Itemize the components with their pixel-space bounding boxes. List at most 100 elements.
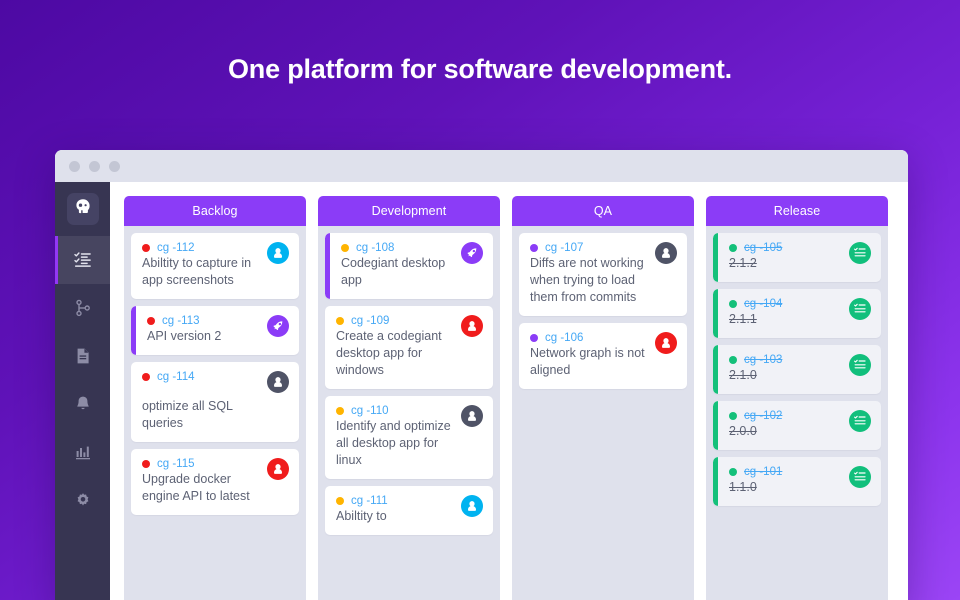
priority-dot-icon <box>336 317 344 325</box>
user-avatar-icon[interactable] <box>655 332 677 354</box>
issue-card[interactable]: cg -106 Network graph is not aligned <box>519 323 687 389</box>
column-header[interactable]: Development <box>318 196 500 226</box>
issue-card[interactable]: cg -101 1.1.0 <box>713 457 881 506</box>
card-key-row: cg -115 <box>142 458 261 470</box>
card-key[interactable]: cg -104 <box>744 298 782 310</box>
issue-card[interactable]: cg -105 2.1.2 <box>713 233 881 282</box>
rocket-avatar-icon[interactable] <box>267 315 289 337</box>
issue-card[interactable]: cg -113 API version 2 <box>131 306 299 355</box>
card-key[interactable]: cg -113 <box>162 315 200 327</box>
card-title: Create a codegiant desktop app for windo… <box>336 329 442 377</box>
card-key[interactable]: cg -105 <box>744 242 782 254</box>
window-close-dot[interactable] <box>69 160 80 172</box>
sidebar-item-repositories[interactable] <box>55 284 110 332</box>
card-key[interactable]: cg -110 <box>351 405 389 417</box>
card-content: cg -109 Create a codegiant desktop app fo… <box>336 315 455 379</box>
release-list-icon[interactable] <box>849 242 871 264</box>
card-key[interactable]: cg -112 <box>157 242 195 254</box>
card-key-row: cg -113 <box>147 315 261 327</box>
column-header[interactable]: QA <box>512 196 694 226</box>
release-list-icon[interactable] <box>849 466 871 488</box>
release-list-icon[interactable] <box>849 410 871 432</box>
card-key[interactable]: cg -102 <box>744 410 782 422</box>
card-title: Identify and optimize all desktop app fo… <box>336 419 451 467</box>
card-content: cg -104 2.1.1 <box>729 298 843 328</box>
card-key-row: cg -102 <box>729 410 843 422</box>
card-content: cg -103 2.1.0 <box>729 354 843 384</box>
card-key-row: cg -104 <box>729 298 843 310</box>
issue-card[interactable]: cg -104 2.1.1 <box>713 289 881 338</box>
card-key[interactable]: cg -114 <box>157 371 195 383</box>
card-content: cg -102 2.0.0 <box>729 410 843 440</box>
issue-card[interactable]: cg -110 Identify and optimize all desktop… <box>325 396 493 479</box>
card-key-row: cg -103 <box>729 354 843 366</box>
sidebar-item-reports[interactable] <box>55 428 110 476</box>
column-header[interactable]: Release <box>706 196 888 226</box>
card-key[interactable]: cg -101 <box>744 466 782 478</box>
column-header[interactable]: Backlog <box>124 196 306 226</box>
card-key[interactable]: cg -103 <box>744 354 782 366</box>
card-key-row: cg -106 <box>530 332 649 344</box>
issue-card[interactable]: cg -103 2.1.0 <box>713 345 881 394</box>
user-avatar-icon[interactable] <box>461 405 483 427</box>
issue-card[interactable]: cg -108 Codegiant desktop app <box>325 233 493 299</box>
card-content: cg -115 Upgrade docker engine API to late… <box>142 458 261 505</box>
card-key[interactable]: cg -115 <box>157 458 195 470</box>
user-avatar-icon[interactable] <box>267 371 289 393</box>
card-title: Diffs are not working when trying to loa… <box>530 256 644 304</box>
user-avatar-icon[interactable] <box>461 315 483 337</box>
card-key-row: cg -114 <box>142 371 261 383</box>
sidebar-item-issues[interactable] <box>55 236 110 284</box>
card-key-row: cg -108 <box>341 242 455 254</box>
user-avatar-icon[interactable] <box>267 458 289 480</box>
user-avatar-icon[interactable] <box>461 495 483 517</box>
sidebar-item-documents[interactable] <box>55 332 110 380</box>
card-key-row: cg -109 <box>336 315 455 327</box>
issue-card[interactable]: cg -114 optimize all SQL queries <box>131 362 299 442</box>
checklist-icon <box>73 251 92 269</box>
card-key[interactable]: cg -107 <box>545 242 583 254</box>
card-content: cg -107 Diffs are not working when trying… <box>530 242 649 306</box>
card-key-row: cg -101 <box>729 466 843 478</box>
card-key[interactable]: cg -109 <box>351 315 389 327</box>
sidebar-item-settings[interactable] <box>55 476 110 524</box>
card-content: cg -101 1.1.0 <box>729 466 843 496</box>
column-card-list: cg -105 2.1.2 cg -104 2.1.1 cg -103 2.1.0 cg -… <box>706 226 888 600</box>
page-title: One platform for software development. <box>228 54 732 84</box>
column-card-list: cg -108 Codegiant desktop app cg -109 Creat… <box>318 226 500 600</box>
sidebar-item-notifications[interactable] <box>55 380 110 428</box>
user-avatar-icon[interactable] <box>267 242 289 264</box>
codegiant-logo[interactable] <box>66 193 99 225</box>
card-key-row: cg -112 <box>142 242 261 254</box>
bar-chart-icon <box>74 443 92 461</box>
issue-card[interactable]: cg -107 Diffs are not working when trying… <box>519 233 687 316</box>
window-maximize-dot[interactable] <box>109 160 120 172</box>
document-icon <box>74 347 92 365</box>
priority-dot-icon <box>142 460 150 468</box>
priority-dot-icon <box>729 356 737 364</box>
card-content: cg -112 Abiltity to capture in app screen… <box>142 242 261 289</box>
issue-card[interactable]: cg -102 2.0.0 <box>713 401 881 450</box>
priority-dot-icon <box>336 407 344 415</box>
release-list-icon[interactable] <box>849 354 871 376</box>
card-title: optimize all SQL queries <box>142 399 233 430</box>
issue-card[interactable]: cg -109 Create a codegiant desktop app fo… <box>325 306 493 389</box>
gear-icon <box>74 491 92 509</box>
window-minimize-dot[interactable] <box>89 160 100 172</box>
card-key[interactable]: cg -108 <box>356 242 394 254</box>
issue-card[interactable]: cg -111 Abiltity to <box>325 486 493 535</box>
rocket-avatar-icon[interactable] <box>461 242 483 264</box>
issue-card[interactable]: cg -112 Abiltity to capture in app screen… <box>131 233 299 299</box>
card-content: cg -113 API version 2 <box>147 315 261 345</box>
card-title: Upgrade docker engine API to latest <box>142 472 250 503</box>
skull-logo-icon <box>73 197 93 222</box>
user-avatar-icon[interactable] <box>655 242 677 264</box>
issue-card[interactable]: cg -115 Upgrade docker engine API to late… <box>131 449 299 515</box>
card-content: cg -111 Abiltity to <box>336 495 455 525</box>
card-key[interactable]: cg -111 <box>351 495 388 507</box>
card-key[interactable]: cg -106 <box>545 332 583 344</box>
git-branch-icon <box>74 299 92 317</box>
release-list-icon[interactable] <box>849 298 871 320</box>
card-content: cg -106 Network graph is not aligned <box>530 332 649 379</box>
card-content: cg -110 Identify and optimize all desktop… <box>336 405 455 469</box>
